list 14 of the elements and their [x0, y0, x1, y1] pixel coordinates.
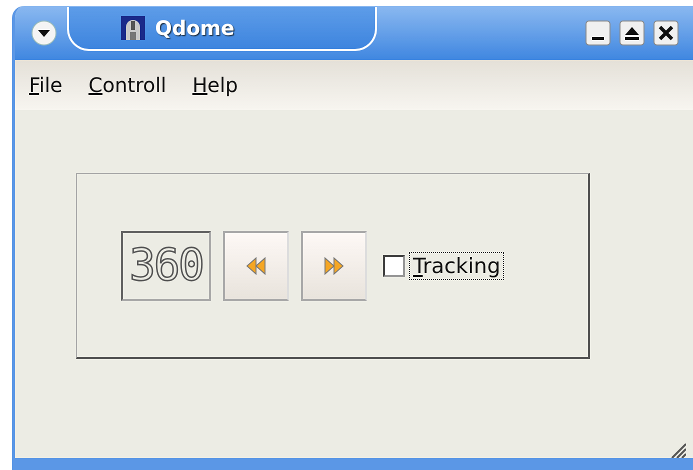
menu-item[interactable]: Controll	[88, 73, 166, 97]
minimize-icon[interactable]	[585, 20, 611, 46]
window-menu-icon[interactable]	[31, 20, 57, 46]
fast-forward-icon	[323, 254, 345, 276]
close-icon[interactable]	[653, 20, 679, 46]
window-title: Qdome	[155, 16, 234, 40]
observatory-icon	[121, 16, 145, 40]
rewind-icon	[245, 254, 267, 276]
menu-item[interactable]: File	[29, 73, 62, 97]
lcd-display: 360	[121, 230, 211, 300]
maximize-icon[interactable]	[619, 20, 645, 46]
tracking-checkbox[interactable]	[383, 254, 405, 276]
tracking-label[interactable]: Tracking	[409, 252, 504, 280]
menu-item[interactable]: Help	[192, 73, 238, 97]
